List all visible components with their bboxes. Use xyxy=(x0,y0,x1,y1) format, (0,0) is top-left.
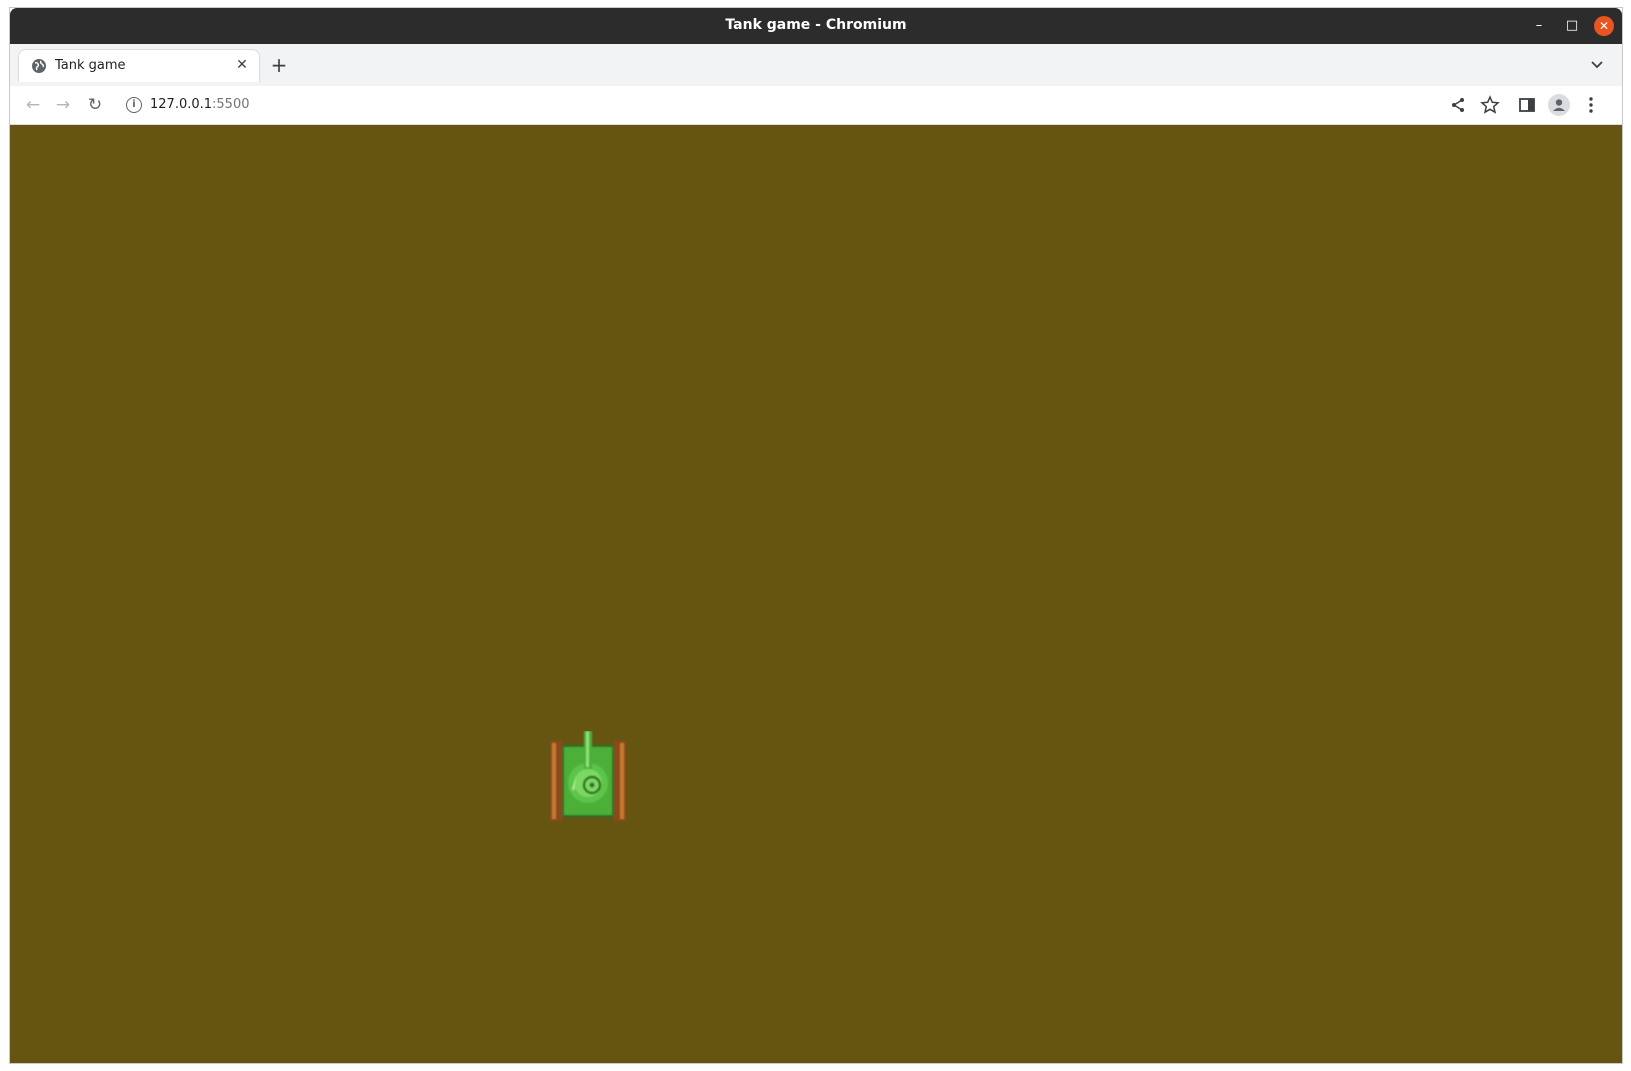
maximize-button[interactable]: □ xyxy=(1562,16,1582,36)
side-panel-icon[interactable] xyxy=(1516,94,1538,116)
forward-button[interactable]: → xyxy=(52,94,74,116)
tab-title: Tank game xyxy=(55,58,126,73)
player-tank-sprite xyxy=(550,731,626,821)
globe-icon xyxy=(32,59,46,73)
back-button[interactable]: ← xyxy=(22,94,44,116)
address-bar[interactable]: i 127.0.0.1:5500 xyxy=(116,90,1516,120)
share-icon[interactable] xyxy=(1447,94,1469,116)
game-canvas[interactable] xyxy=(10,125,1622,1063)
reload-button[interactable]: ↻ xyxy=(84,94,106,116)
browser-window: Tank game - Chromium – □ ✕ Tank game ✕ +… xyxy=(10,8,1622,1063)
url-port: :5500 xyxy=(212,97,250,112)
tab-search-icon[interactable] xyxy=(1588,55,1606,73)
url-text[interactable]: 127.0.0.1:5500 xyxy=(150,97,250,112)
new-tab-button[interactable]: + xyxy=(268,54,290,76)
tab-tank-game[interactable]: Tank game ✕ xyxy=(18,49,260,82)
kebab-menu-icon[interactable] xyxy=(1580,94,1602,116)
tab-strip: Tank game ✕ + xyxy=(10,44,1622,86)
site-info-icon[interactable]: i xyxy=(126,97,142,113)
title-bar[interactable]: Tank game - Chromium – □ ✕ xyxy=(10,8,1622,44)
close-window-button[interactable]: ✕ xyxy=(1594,16,1614,36)
window-title: Tank game - Chromium xyxy=(725,17,907,33)
browser-toolbar: ← → ↻ i 127.0.0.1:5500 xyxy=(10,86,1622,125)
tab-close-icon[interactable]: ✕ xyxy=(233,56,251,74)
profile-avatar-icon[interactable] xyxy=(1548,94,1570,116)
star-icon[interactable] xyxy=(1479,94,1501,116)
minimize-button[interactable]: – xyxy=(1529,16,1549,36)
url-host: 127.0.0.1 xyxy=(150,97,213,112)
